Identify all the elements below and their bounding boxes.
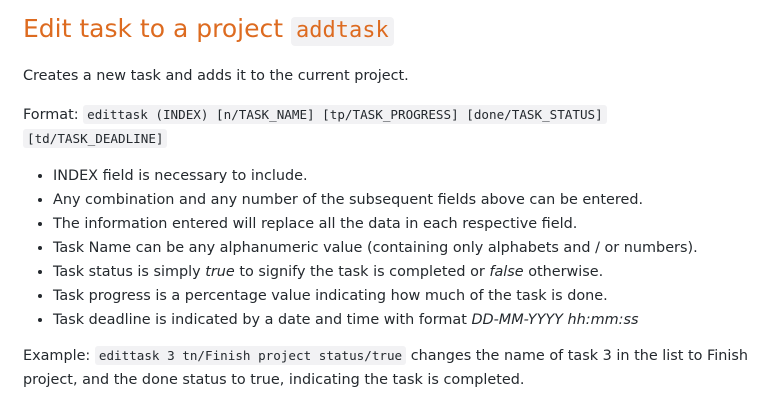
list-item: Task Name can be any alphanumeric value … — [53, 236, 772, 260]
list-item-emphasis: false — [489, 264, 524, 280]
command-description: Creates a new task and adds it to the cu… — [23, 68, 409, 84]
format-paragraph: Format: edittask (INDEX) [n/TASK_NAME] [… — [23, 103, 772, 151]
list-item-text: Task status is simply — [53, 264, 206, 280]
list-item: The information entered will replace all… — [53, 212, 772, 236]
format-code-line1: edittask (INDEX) [n/TASK_NAME] [tp/TASK_… — [83, 105, 607, 124]
heading-text: Edit task to a project — [23, 14, 284, 43]
list-item-emphasis: true — [205, 264, 235, 280]
list-item: Task progress is a percentage value indi… — [53, 284, 772, 308]
list-item-text: Any combination and any number of the su… — [53, 192, 644, 208]
example-label: Example: — [23, 348, 91, 364]
list-item-text: Task progress is a percentage value indi… — [53, 288, 608, 304]
list-item: Task deadline is indicated by a date and… — [53, 308, 772, 332]
list-item: Task status is simply true to signify th… — [53, 260, 772, 284]
list-item-text: Task deadline is indicated by a date and… — [53, 312, 472, 328]
list-item-text: INDEX field is necessary to include. — [53, 168, 308, 184]
list-item-text: otherwise. — [523, 264, 604, 280]
list-item: INDEX field is necessary to include. — [53, 164, 772, 188]
notes-list: INDEX field is necessary to include. Any… — [23, 164, 772, 332]
section-heading: Edit task to a project addtask — [23, 12, 772, 48]
list-item-text: to signify the task is completed or — [234, 264, 490, 280]
heading-command-code: addtask — [290, 17, 394, 46]
list-item: Any combination and any number of the su… — [53, 188, 772, 212]
format-code-line2: [td/TASK_DEADLINE] — [23, 129, 168, 148]
list-item-text: The information entered will replace all… — [53, 216, 578, 232]
example-paragraph: Example: edittask 3 tn/Finish project st… — [23, 344, 772, 392]
list-item-text: Task Name can be any alphanumeric value … — [53, 240, 698, 256]
list-item-emphasis: DD-MM-YYYY hh:mm:ss — [471, 312, 639, 328]
document-page: Edit task to a project addtask Creates a… — [0, 0, 784, 414]
format-label: Format: — [23, 107, 79, 123]
example-code: edittask 3 tn/Finish project status/true — [94, 346, 407, 365]
